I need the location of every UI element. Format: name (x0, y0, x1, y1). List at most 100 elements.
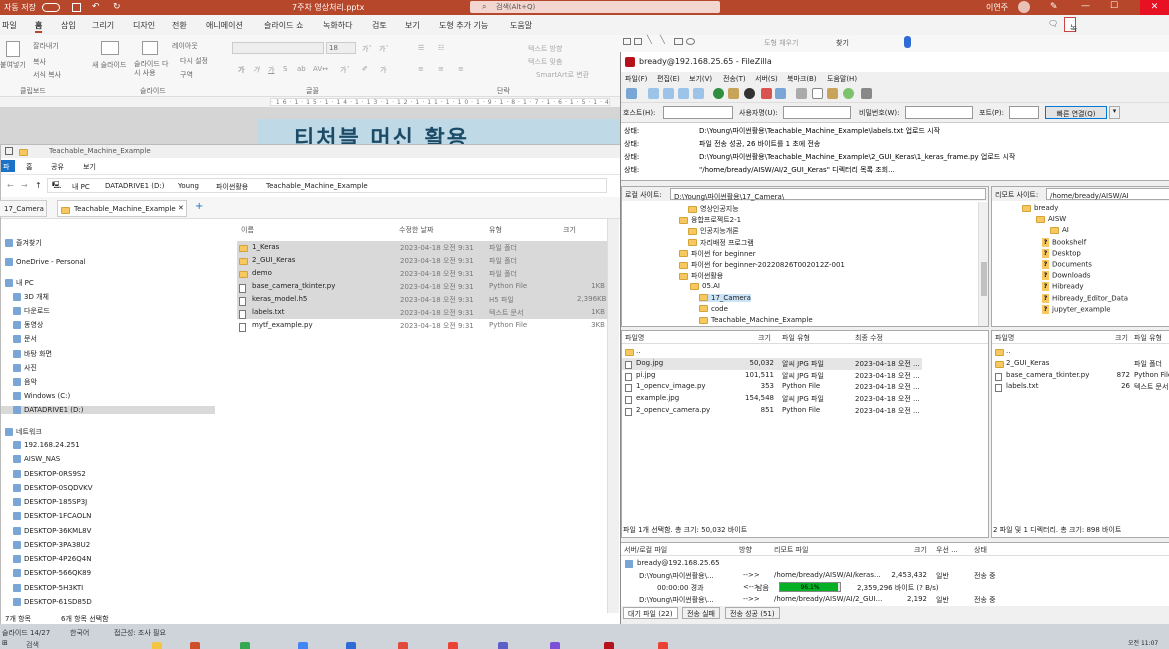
local-tree-item[interactable]: 자리배정 프로그램 (688, 238, 754, 248)
menu-transfer[interactable]: 전송(T) (723, 74, 746, 84)
remote-tree-item[interactable]: AISW (1036, 215, 1066, 223)
toggle-queue-icon[interactable] (693, 88, 704, 99)
local-tree-item[interactable]: 영상인공지능 (688, 204, 739, 214)
password-input[interactable] (905, 106, 973, 119)
nav-item[interactable]: 즐겨찾기 (5, 238, 42, 248)
font-size-box[interactable]: 18 (326, 42, 356, 54)
underline-icon[interactable]: 가 (268, 65, 274, 75)
layout-button[interactable]: 레이아웃 (172, 41, 198, 51)
local-tree-item[interactable]: 인공지능개론 (688, 226, 739, 236)
disconnect-icon[interactable] (761, 88, 772, 99)
nav-item[interactable]: 사진 (13, 363, 37, 373)
queue-row[interactable]: 00:00:00 경과 <--> 남음 96.1% 2,359,296 바이트 (? B… (621, 582, 1169, 594)
tab-record[interactable]: 녹화하다 (323, 20, 352, 31)
tab-transitions[interactable]: 전환 (172, 20, 187, 31)
menu-view[interactable]: 보기(V) (689, 74, 712, 84)
toggle-remote-tree-icon[interactable] (678, 88, 689, 99)
nav-item[interactable]: Windows (C:) (13, 392, 70, 400)
port-input[interactable] (1009, 106, 1039, 119)
sync-browse-icon[interactable] (827, 88, 838, 99)
shape-fill-button[interactable]: 도형 채우기 (764, 38, 798, 48)
smartart-button[interactable]: SmartArt로 변환 (536, 70, 589, 80)
app-taskbar-icon[interactable] (298, 642, 308, 649)
remote-col-type[interactable]: 파일 유형 (1134, 333, 1162, 343)
new-slide-icon[interactable] (101, 41, 119, 55)
char-spacing-icon[interactable]: AV↔ (313, 65, 328, 73)
remote-tree-item[interactable]: ? jupyter_example (1042, 304, 1111, 314)
nav-item[interactable]: 다운로드 (13, 306, 50, 316)
tab-queued-files[interactable]: 대기 파일 (22) (623, 607, 678, 619)
close-tab-icon[interactable]: ✕ (178, 204, 184, 212)
cancel-icon[interactable] (744, 88, 755, 99)
chrome-taskbar-icon[interactable] (240, 642, 250, 649)
nav-item[interactable]: DATADRIVE1 (D:) (1, 406, 215, 414)
column-type[interactable]: 유형 (489, 225, 502, 235)
remote-file-row[interactable]: labels.txt 26 텍스트 문서 (992, 381, 1169, 393)
tab-draw[interactable]: 그리기 (92, 20, 114, 31)
teams-taskbar-icon[interactable] (498, 642, 508, 649)
tab-home[interactable]: 홈 (35, 20, 43, 33)
local-file-row[interactable]: pi.jpg 101,511 알씨 JPG 파일 2023-04-18 오전 ... (622, 370, 922, 382)
nav-item[interactable]: 내 PC (5, 278, 34, 288)
nav-item[interactable]: 3D 개체 (13, 292, 49, 302)
compare-icon[interactable] (812, 88, 823, 99)
nav-item[interactable]: DESKTOP-566QK89 (13, 569, 91, 577)
explorer-taskbar-icon[interactable] (152, 642, 162, 649)
remote-path-input[interactable]: /home/bready/AISW/AI (1046, 188, 1169, 200)
highlight-icon[interactable]: ✐ (362, 65, 368, 73)
close-icon[interactable]: ✕ (1140, 0, 1169, 15)
queue-col-size[interactable]: 크기 (914, 545, 927, 555)
file-row[interactable]: demo 2023-04-18 오전 9:31 파일 폴더 (237, 267, 607, 280)
queue-col-file[interactable]: 서버/로컬 파일 (624, 545, 667, 555)
find-button[interactable]: 찾기 (836, 38, 849, 48)
local-tree-item[interactable]: 융합프로젝트2-1 (679, 215, 741, 225)
local-file-row[interactable]: Dog.jpg 50,032 알씨 JPG 파일 2023-04-18 오전 ... (622, 357, 922, 370)
remote-file-row[interactable]: .. (992, 346, 1169, 358)
local-col-type[interactable]: 파일 유형 (782, 333, 810, 343)
line-shape-icon[interactable]: ╲ (647, 35, 652, 44)
font-name-box[interactable] (232, 42, 324, 54)
local-tree-item[interactable]: 파이썬 for beginner (679, 249, 756, 259)
local-tree-item[interactable]: 17_Camera (699, 293, 751, 302)
copy-button[interactable]: 복사 (33, 57, 46, 67)
nav-item[interactable]: DESKTOP-185SP3J (13, 498, 87, 506)
app-taskbar-icon[interactable] (398, 642, 408, 649)
nav-item[interactable]: DESKTOP-0SQDVKV (13, 484, 93, 492)
redo-icon[interactable]: ↻ (113, 2, 121, 12)
file-row[interactable]: labels.txt 2023-04-18 오전 9:31 텍스트 문서 1KB (237, 306, 607, 319)
nav-item[interactable]: 네트워크 (5, 427, 42, 437)
strike-icon[interactable]: ab (297, 65, 306, 73)
nav-item[interactable]: 192.168.24.251 (13, 441, 80, 449)
clock[interactable]: 오전 11:07 (1128, 638, 1158, 647)
font-shrink-icon[interactable]: 가ˇ (379, 44, 389, 54)
remote-tree-item[interactable]: ? Hibready (1042, 282, 1084, 292)
queue-col-status[interactable]: 상태 (974, 545, 987, 555)
local-file-row[interactable]: 1_opencv_image.py 353 Python File 2023-04-1… (622, 381, 922, 393)
vscode-taskbar-icon[interactable] (346, 642, 356, 649)
remote-tree-item[interactable]: ? Documents (1042, 260, 1092, 269)
diagonal-shape-icon[interactable]: ╲ (660, 35, 665, 44)
tab-17-camera[interactable]: 17_Camera (0, 200, 47, 217)
breadcrumb-item[interactable]: Young (178, 182, 199, 190)
menu-file[interactable]: 파일(F) (625, 74, 647, 84)
menu-share[interactable]: 공유 (51, 162, 64, 172)
minimize-icon[interactable]: — (1081, 1, 1090, 11)
local-col-name[interactable]: 파일명 (625, 333, 644, 343)
accessibility-status[interactable]: 접근성: 조사 필요 (114, 628, 166, 638)
menu-help[interactable]: 도움말(H) (827, 74, 857, 84)
new-tab-icon[interactable]: + (195, 201, 203, 212)
local-col-size[interactable]: 크기 (758, 333, 771, 343)
nav-item[interactable]: 동영상 (13, 320, 43, 330)
align-left-icon[interactable]: ≡ (418, 65, 424, 73)
breadcrumb-item[interactable]: Teachable_Machine_Example (266, 182, 368, 190)
menu-view[interactable]: 보기 (83, 162, 96, 172)
user-input[interactable] (783, 106, 851, 119)
menu-edit[interactable]: 편집(E) (657, 74, 680, 84)
powerpoint-taskbar-icon[interactable] (190, 642, 200, 649)
local-tree-item[interactable]: 05.AI (690, 282, 720, 290)
reuse-slide-button[interactable]: 슬라이드 다시 사용 (134, 60, 170, 78)
change-case-icon[interactable]: 가ˇ (340, 65, 350, 75)
format-painter-button[interactable]: 서식 복사 (33, 70, 61, 80)
remote-file-row[interactable]: base_camera_tkinter.py 872 Python File (992, 370, 1169, 382)
local-tree-scrollbar[interactable] (978, 202, 988, 326)
